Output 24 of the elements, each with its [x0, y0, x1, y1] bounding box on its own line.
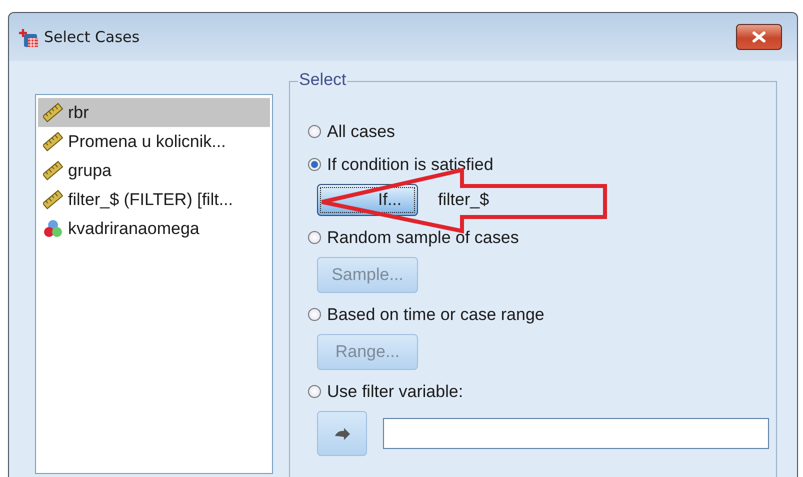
close-icon [752, 31, 766, 43]
app-icon [18, 26, 39, 48]
variable-item[interactable]: rbr [38, 98, 270, 127]
condition-text: filter_$ [438, 190, 490, 210]
radio-button[interactable] [308, 308, 321, 321]
radio-button[interactable] [308, 231, 321, 244]
variable-item[interactable]: Promena u kolicnik... [38, 127, 270, 156]
variable-item[interactable]: grupa [38, 156, 270, 185]
option-label: Based on time or case range [327, 304, 544, 324]
radio-button[interactable] [308, 158, 321, 171]
close-button[interactable] [736, 24, 782, 50]
option-label: Random sample of cases [327, 228, 519, 248]
variable-field[interactable] [383, 418, 769, 449]
balls-icon [43, 218, 63, 238]
arrow-icon [334, 426, 350, 440]
radio-button[interactable] [308, 125, 321, 138]
radio-button[interactable] [308, 385, 321, 398]
window-title: Select Cases [44, 28, 141, 46]
option-label: If condition is satisfied [327, 154, 494, 174]
variable-item[interactable]: filter_$ (FILTER) [filt... [38, 185, 270, 214]
option-label: All cases [327, 122, 396, 142]
move-button[interactable] [317, 411, 367, 456]
variable-item[interactable]: kvadriranaomega [38, 214, 270, 243]
option-label: Use filter variable: [327, 382, 464, 402]
